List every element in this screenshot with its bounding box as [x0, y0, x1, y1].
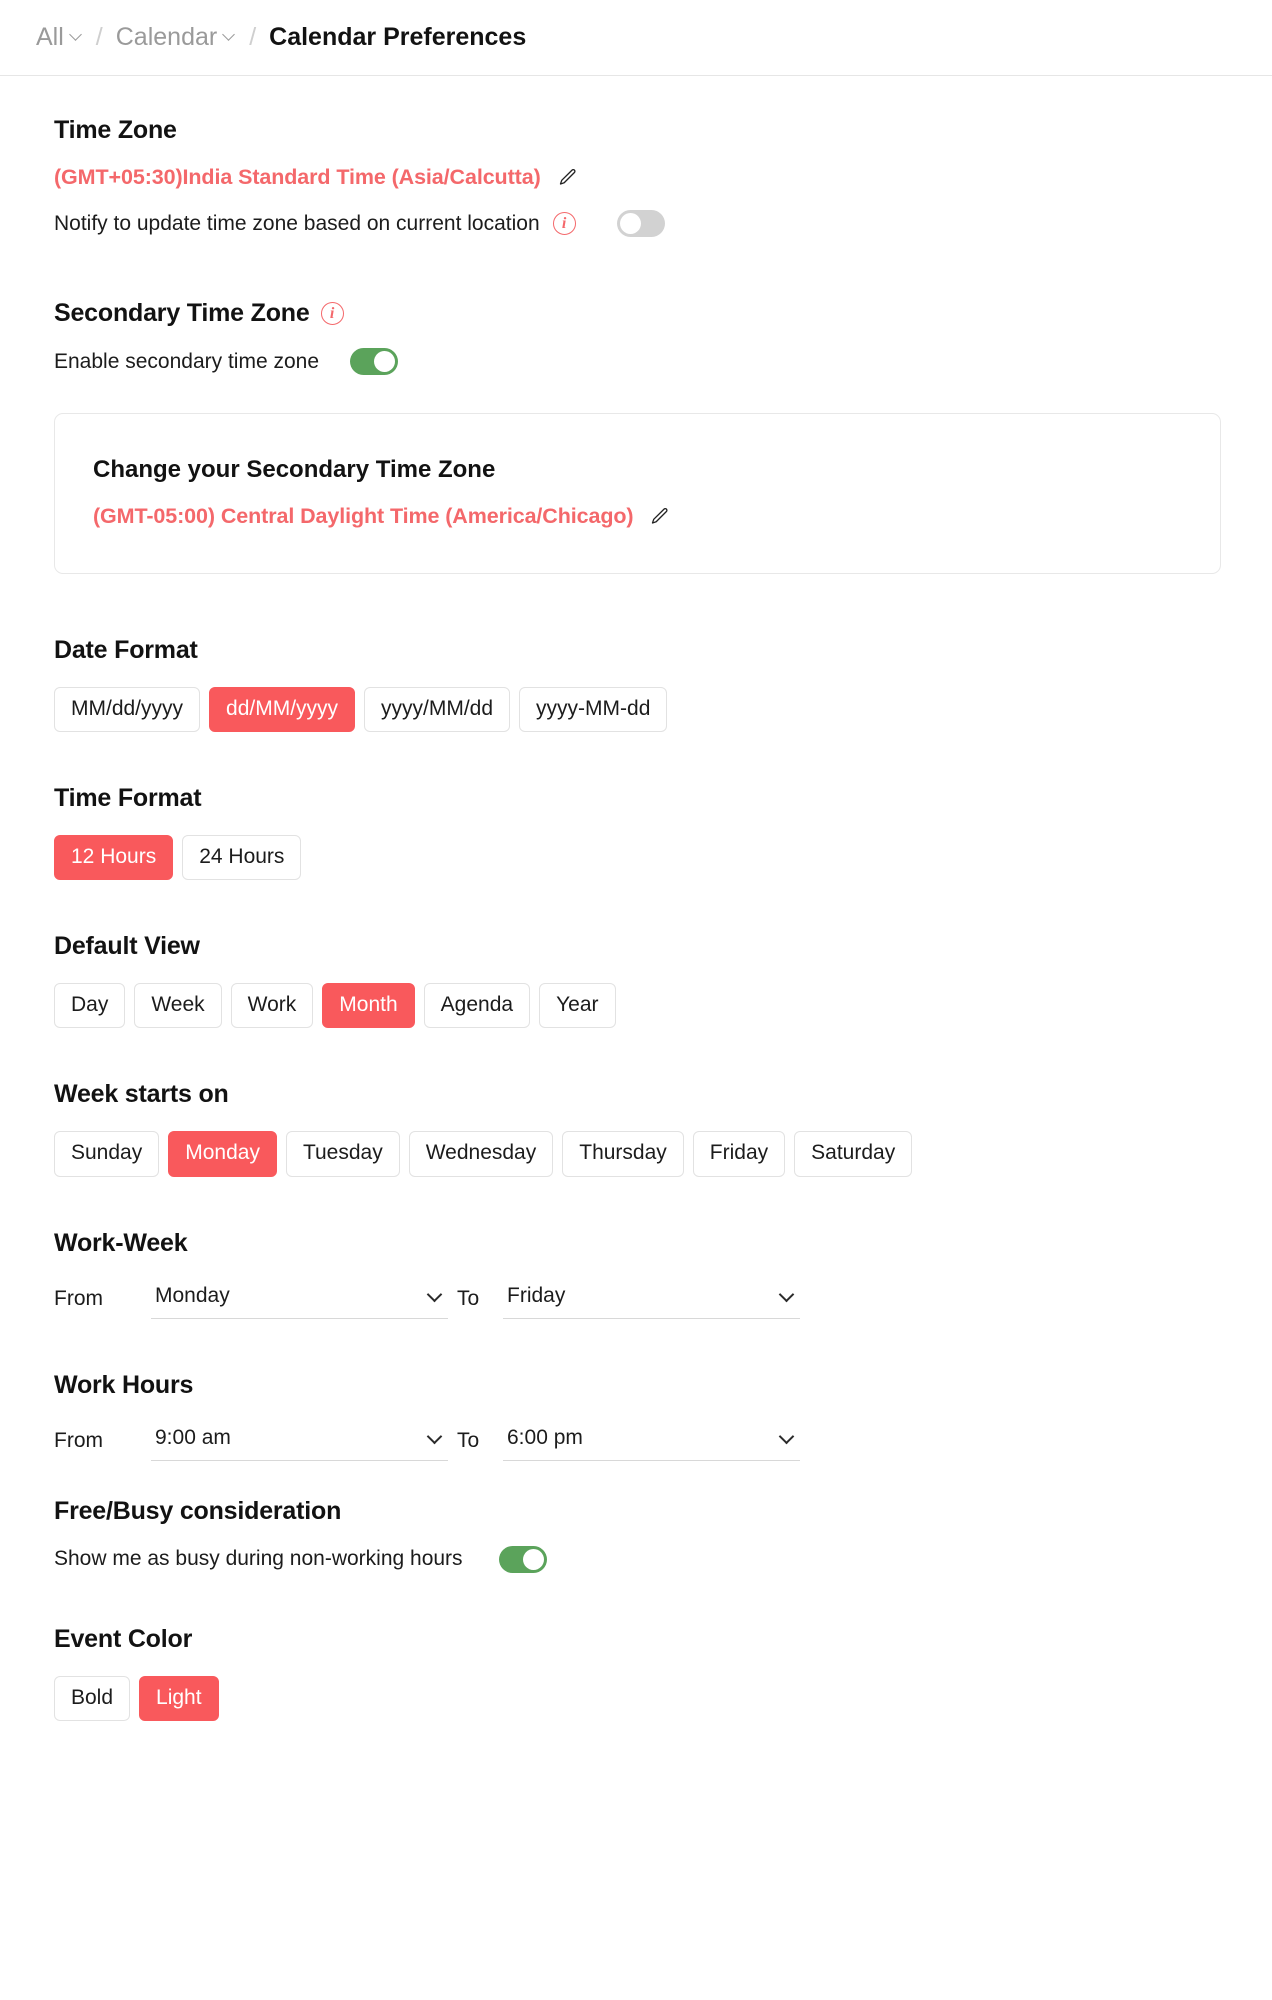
- secondary-time-zone-title: Secondary Time Zone: [54, 299, 310, 327]
- enable-secondary-toggle[interactable]: [350, 348, 398, 375]
- event-color-heading: Event Color: [54, 1624, 193, 1653]
- breadcrumb-item-calendar[interactable]: Calendar: [116, 23, 236, 52]
- default-view-option[interactable]: Month: [322, 983, 415, 1029]
- section-work-hours: Work Hours From 9:00 am To 6:00 pm: [54, 1371, 1272, 1461]
- section-work-week: Work-Week From Monday To Friday: [54, 1229, 1272, 1319]
- chevron-down-icon[interactable]: [779, 1430, 794, 1445]
- default-view-option[interactable]: Work: [230, 983, 314, 1029]
- default-view-option[interactable]: Day: [54, 983, 126, 1029]
- work-week-from-select[interactable]: Monday: [151, 1284, 448, 1319]
- chevron-down-icon[interactable]: [779, 1288, 794, 1303]
- free-busy-toggle[interactable]: [498, 1545, 547, 1573]
- default-view-option[interactable]: Year: [539, 983, 616, 1029]
- event-color-option[interactable]: Light: [139, 1675, 219, 1721]
- secondary-time-zone-card: Change your Secondary Time Zone (GMT-05:…: [54, 413, 1221, 574]
- time-format-options: 12 Hours 24 Hours: [54, 835, 1272, 881]
- time-format-heading: Time Format: [54, 784, 202, 813]
- work-week-from-label: From: [54, 1286, 103, 1310]
- week-start-option[interactable]: Wednesday: [408, 1131, 554, 1177]
- work-hours-from-label: From: [54, 1428, 103, 1452]
- breadcrumb-label-all: All: [36, 23, 64, 51]
- secondary-card-value-row: (GMT-05:00) Central Daylight Time (Ameri…: [93, 504, 1220, 529]
- week-start-option[interactable]: Friday: [692, 1131, 786, 1177]
- section-free-busy: Free/Busy consideration Show me as busy …: [54, 1497, 1272, 1573]
- enable-secondary-row: Enable secondary time zone: [54, 348, 1272, 375]
- section-time-zone: Time Zone (GMT+05:30)India Standard Time…: [54, 116, 1272, 237]
- default-view-option[interactable]: Week: [134, 983, 222, 1029]
- time-format-option[interactable]: 12 Hours: [54, 835, 174, 881]
- notify-location-toggle[interactable]: [616, 210, 665, 237]
- secondary-time-zone-heading: Secondary Time Zone i: [54, 299, 1272, 328]
- event-color-option[interactable]: Bold: [54, 1675, 131, 1721]
- info-icon[interactable]: i: [320, 302, 344, 325]
- week-start-option[interactable]: Thursday: [562, 1131, 684, 1177]
- breadcrumb-item-all[interactable]: All: [36, 23, 83, 52]
- work-week-from-value: Monday: [155, 1283, 230, 1307]
- section-week-starts-on: Week starts on Sunday Monday Tuesday Wed…: [54, 1080, 1272, 1177]
- week-start-option[interactable]: Saturday: [794, 1131, 913, 1177]
- time-format-option[interactable]: 24 Hours: [182, 835, 302, 881]
- work-week-to-label: To: [457, 1286, 480, 1310]
- chevron-down-icon[interactable]: [427, 1430, 442, 1445]
- week-starts-on-heading: Week starts on: [54, 1080, 229, 1109]
- week-start-option[interactable]: Sunday: [54, 1131, 160, 1177]
- breadcrumb-separator: /: [95, 23, 103, 51]
- week-starts-on-options: Sunday Monday Tuesday Wednesday Thursday…: [54, 1131, 1272, 1177]
- date-format-options: MM/dd/yyyy dd/MM/yyyy yyyy/MM/dd yyyy-MM…: [54, 687, 1272, 733]
- date-format-option[interactable]: dd/MM/yyyy: [209, 687, 356, 733]
- info-icon[interactable]: i: [552, 212, 576, 235]
- date-format-heading: Date Format: [54, 636, 198, 664]
- breadcrumb-separator: /: [249, 23, 257, 51]
- free-busy-heading: Free/Busy consideration: [54, 1496, 342, 1525]
- chevron-down-icon[interactable]: [70, 29, 83, 42]
- secondary-time-zone-value[interactable]: (GMT-05:00) Central Daylight Time (Ameri…: [93, 504, 634, 529]
- notify-location-row: Notify to update time zone based on curr…: [54, 210, 1272, 237]
- pencil-icon[interactable]: [557, 167, 578, 188]
- time-zone-value[interactable]: (GMT+05:30)India Standard Time (Asia/Cal…: [54, 165, 541, 190]
- chevron-down-icon[interactable]: [427, 1288, 442, 1303]
- secondary-card-title: Change your Secondary Time Zone: [93, 456, 496, 483]
- default-view-options: Day Week Work Month Agenda Year: [54, 983, 1272, 1029]
- date-format-option[interactable]: MM/dd/yyyy: [54, 687, 201, 733]
- work-hours-to-select[interactable]: 6:00 pm: [503, 1426, 800, 1461]
- notify-location-label: Notify to update time zone based on curr…: [54, 211, 540, 235]
- section-event-color: Event Color Bold Light: [54, 1625, 1272, 1721]
- work-hours-range-row: From 9:00 am To 6:00 pm: [54, 1426, 1272, 1461]
- event-color-options: Bold Light: [54, 1675, 1272, 1721]
- work-week-range-row: From Monday To Friday: [54, 1284, 1272, 1319]
- toggle-knob: [619, 213, 641, 234]
- section-default-view: Default View Day Week Work Month Agenda …: [54, 932, 1272, 1029]
- default-view-option[interactable]: Agenda: [423, 983, 531, 1029]
- toggle-knob: [522, 1548, 544, 1570]
- work-hours-to-label: To: [457, 1428, 480, 1452]
- work-week-to-value: Friday: [507, 1283, 566, 1307]
- free-busy-row: Show me as busy during non-working hours: [54, 1545, 1272, 1573]
- chevron-down-icon[interactable]: [223, 29, 236, 42]
- date-format-option[interactable]: yyyy/MM/dd: [364, 687, 511, 733]
- enable-secondary-label: Enable secondary time zone: [54, 349, 319, 373]
- free-busy-label: Show me as busy during non-working hours: [54, 1547, 463, 1571]
- breadcrumb-label-calendar: Calendar: [115, 23, 218, 51]
- section-date-format: Date Format MM/dd/yyyy dd/MM/yyyy yyyy/M…: [54, 636, 1272, 733]
- work-hours-heading: Work Hours: [54, 1370, 194, 1399]
- date-format-option[interactable]: yyyy-MM-dd: [519, 687, 668, 733]
- work-week-to-select[interactable]: Friday: [503, 1284, 800, 1319]
- work-hours-from-value: 9:00 am: [155, 1425, 231, 1449]
- time-zone-heading: Time Zone: [54, 116, 177, 144]
- section-secondary-time-zone: Secondary Time Zone i Enable secondary t…: [54, 299, 1272, 574]
- work-hours-to-value: 6:00 pm: [507, 1425, 583, 1449]
- default-view-heading: Default View: [54, 932, 200, 961]
- page-title: Calendar Preferences: [269, 23, 527, 51]
- section-time-format: Time Format 12 Hours 24 Hours: [54, 784, 1272, 881]
- breadcrumb-bar: All / Calendar / Calendar Preferences: [0, 0, 1272, 76]
- time-zone-value-row: (GMT+05:30)India Standard Time (Asia/Cal…: [54, 165, 1272, 190]
- pencil-icon[interactable]: [649, 506, 670, 527]
- toggle-knob: [374, 351, 395, 372]
- week-start-option[interactable]: Monday: [168, 1131, 277, 1177]
- work-week-heading: Work-Week: [54, 1228, 188, 1257]
- work-hours-from-select[interactable]: 9:00 am: [151, 1426, 448, 1461]
- preferences-content: Time Zone (GMT+05:30)India Standard Time…: [0, 76, 1272, 1781]
- week-start-option[interactable]: Tuesday: [285, 1131, 400, 1177]
